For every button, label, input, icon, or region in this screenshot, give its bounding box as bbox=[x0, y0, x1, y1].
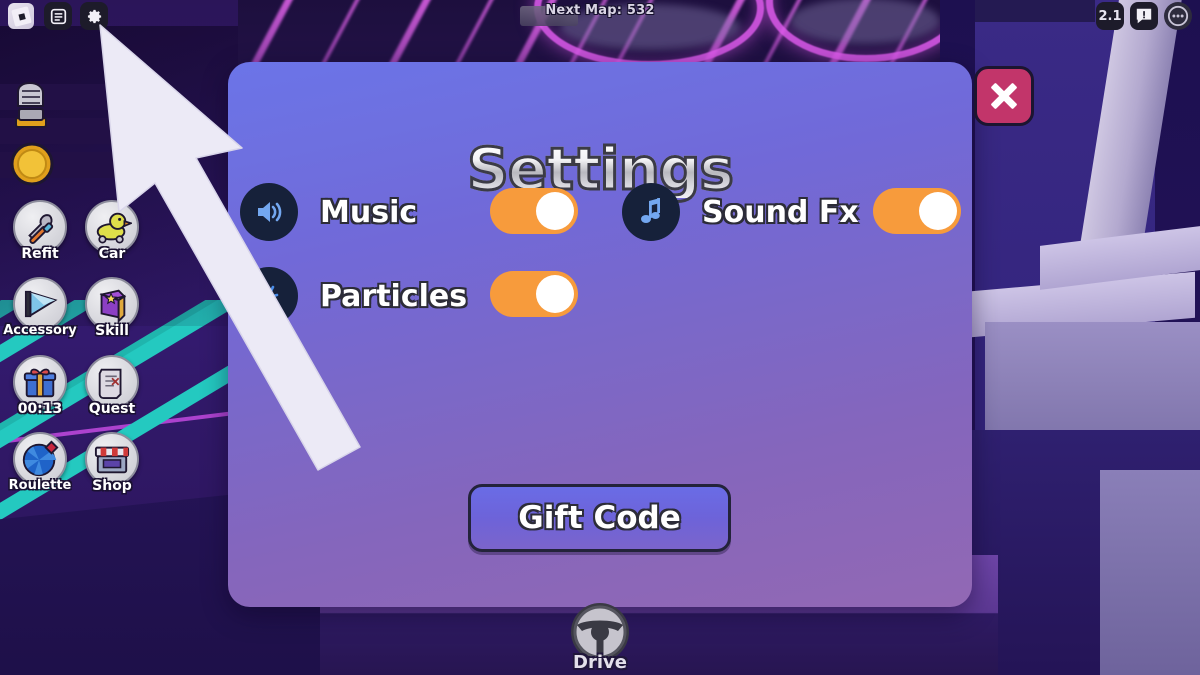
particles-icon bbox=[240, 267, 298, 325]
toggle-particles[interactable] bbox=[490, 271, 578, 317]
fps-value: 2.1 bbox=[1098, 8, 1122, 24]
music-note-icon bbox=[622, 183, 680, 241]
top-bar: Next Map: 532 2.1 bbox=[0, 0, 1200, 32]
strength-fist-icon bbox=[8, 78, 58, 136]
toggle-sound-fx-knob bbox=[919, 192, 957, 230]
sidebar-label-shop: Shop bbox=[92, 478, 132, 494]
setting-label-sound-fx: Sound Fx bbox=[702, 194, 859, 230]
sidebar-label-skill: Skill bbox=[95, 323, 129, 339]
sidebar-label-quest: Quest bbox=[88, 401, 136, 417]
gift-code-label: Gift Code bbox=[518, 500, 681, 536]
close-button[interactable] bbox=[974, 66, 1034, 126]
more-options-icon[interactable] bbox=[1164, 2, 1192, 30]
setting-row-sound-fx: Sound Fx bbox=[622, 183, 859, 241]
toggle-particles-knob bbox=[536, 275, 574, 313]
fps-counter[interactable]: 2.1 bbox=[1096, 2, 1124, 30]
sidebar-label-car: Car bbox=[98, 246, 126, 262]
drive-label: Drive bbox=[573, 652, 627, 673]
toggle-music-knob bbox=[536, 192, 574, 230]
gift-code-button[interactable]: Gift Code bbox=[468, 484, 731, 552]
setting-label-music: Music bbox=[320, 194, 418, 230]
chat-alert-icon[interactable] bbox=[1130, 2, 1158, 30]
setting-row-music: Music bbox=[240, 183, 417, 241]
toggle-music[interactable] bbox=[490, 188, 578, 234]
speaker-icon bbox=[240, 183, 298, 241]
next-map-text: Next Map: 532 bbox=[545, 3, 655, 18]
setting-label-particles: Particles bbox=[320, 278, 468, 314]
game-screen: Next Map: 532 2.1 Refit Car Accessory Sk… bbox=[0, 0, 1200, 675]
coin-icon bbox=[8, 140, 56, 188]
settings-panel: Settings Music Sound Fx Particles Gift C… bbox=[228, 62, 972, 607]
toggle-sound-fx[interactable] bbox=[873, 188, 961, 234]
setting-row-particles: Particles bbox=[240, 267, 467, 325]
